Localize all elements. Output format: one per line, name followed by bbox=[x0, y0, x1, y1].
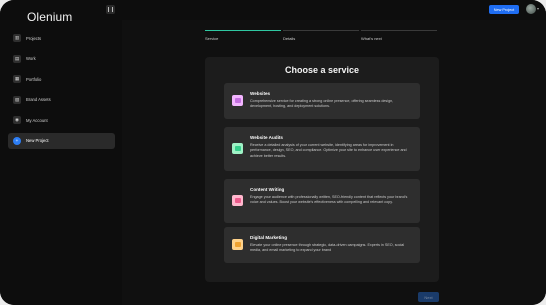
sidebar-item-projects[interactable]: ▥ Projects bbox=[8, 30, 115, 46]
sidebar-item-my-account[interactable]: ◉ My Account bbox=[8, 112, 115, 128]
page-title: Choose a service bbox=[284, 65, 360, 75]
work-icon: ▤ bbox=[13, 54, 21, 63]
service-title: Websites bbox=[250, 91, 271, 96]
sidebar-item-label: Brand Assets bbox=[26, 97, 51, 102]
plus-icon: + bbox=[13, 136, 21, 145]
step-progress-bar bbox=[205, 30, 281, 31]
app-logo: Olenium bbox=[27, 10, 73, 24]
next-button[interactable]: Next bbox=[418, 292, 439, 302]
sidebar-item-label: Portfolio bbox=[26, 76, 42, 82]
portfolio-icon: ▦ bbox=[13, 75, 21, 83]
step-progress-bar bbox=[361, 30, 437, 31]
step-label: Details bbox=[283, 36, 296, 41]
service-card-websites[interactable]: Websites Comprehensive service for creat… bbox=[224, 83, 420, 119]
service-card-content-writing[interactable]: Content Writing Engage your audience wit… bbox=[224, 179, 420, 223]
top-bar bbox=[122, 0, 546, 20]
new-project-button[interactable]: New Project bbox=[489, 5, 519, 14]
projects-icon: ▥ bbox=[13, 34, 21, 42]
service-title: Digital Marketing bbox=[250, 235, 288, 240]
step-label: Service bbox=[205, 36, 219, 41]
account-icon: ◉ bbox=[13, 116, 21, 124]
sidebar-item-label: New Project bbox=[26, 138, 49, 143]
app-window: Olenium ▥ Projects ▤ Work ▦ Portfolio ▧ … bbox=[0, 0, 546, 305]
service-description: Elevate your online presence through str… bbox=[250, 243, 405, 253]
sidebar-nav: ▥ Projects ▤ Work ▦ Portfolio ▧ Brand As… bbox=[8, 30, 115, 153]
website-icon bbox=[232, 95, 243, 106]
sidebar-toggle-button[interactable] bbox=[106, 5, 115, 14]
service-card-website-audits[interactable]: Website Audits Receive a detailed analys… bbox=[224, 127, 420, 171]
sidebar-item-portfolio[interactable]: ▦ Portfolio bbox=[8, 71, 115, 87]
service-description: Engage your audience with professionally… bbox=[250, 195, 408, 205]
service-description: Comprehensive service for creating a str… bbox=[250, 99, 394, 109]
step-service: Service bbox=[205, 30, 281, 41]
service-description: Receive a detailed analysis of your curr… bbox=[250, 143, 407, 158]
audit-icon bbox=[232, 143, 243, 154]
sidebar-toggle-icon bbox=[108, 7, 113, 12]
service-title: Content Writing bbox=[250, 187, 285, 192]
sidebar-item-work[interactable]: ▤ Work bbox=[8, 51, 115, 67]
sidebar: Olenium ▥ Projects ▤ Work ▦ Portfolio ▧ … bbox=[0, 0, 122, 305]
avatar[interactable] bbox=[526, 4, 536, 14]
sidebar-item-brand-assets[interactable]: ▧ Brand Assets bbox=[8, 92, 115, 108]
writing-icon bbox=[232, 195, 243, 206]
sidebar-item-label: Projects bbox=[26, 35, 42, 41]
main-content: Service Details What's next Choose a ser… bbox=[122, 20, 546, 305]
step-label: What's next bbox=[361, 36, 382, 41]
step-details: Details bbox=[283, 30, 359, 41]
service-panel: Choose a service Websites Comprehensive … bbox=[205, 57, 439, 282]
service-card-digital-marketing[interactable]: Digital Marketing Elevate your online pr… bbox=[224, 227, 420, 263]
step-whats-next: What's next bbox=[361, 30, 437, 41]
marketing-icon bbox=[232, 239, 243, 250]
brand-assets-icon: ▧ bbox=[13, 95, 21, 104]
sidebar-item-new-project[interactable]: + New Project bbox=[8, 132, 115, 149]
service-title: Website Audits bbox=[250, 135, 283, 140]
step-progress-bar bbox=[283, 30, 359, 31]
sidebar-item-label: My Account bbox=[26, 117, 48, 123]
chevron-down-icon[interactable]: ▾ bbox=[537, 6, 539, 11]
sidebar-item-label: Work bbox=[26, 56, 36, 61]
